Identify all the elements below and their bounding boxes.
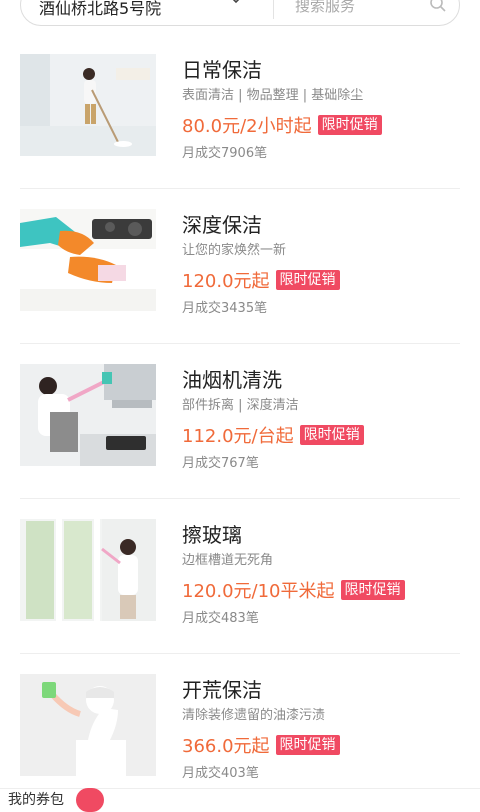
service-price: 120.0元/10平米起	[182, 581, 335, 602]
service-description: 清除装修遗留的油漆污渍	[182, 708, 326, 723]
service-item-post-renovation-cleaning[interactable]: 开荒保洁 清除装修遗留的油漆污渍 366.0元起 限时促销 月成交403笔	[0, 654, 480, 809]
search-bar[interactable]: 酒仙桥北路5号院 搜索服务	[20, 0, 460, 26]
service-item-window-cleaning[interactable]: 擦玻璃 边框槽道无死角 120.0元/10平米起 限时促销 月成交483笔	[0, 499, 480, 654]
top-bar: 酒仙桥北路5号院 搜索服务	[0, 0, 480, 34]
monthly-sales: 月成交767笔	[182, 456, 259, 471]
service-description: 部件拆离 | 深度清洁	[182, 398, 299, 413]
chevron-down-icon[interactable]	[231, 0, 241, 5]
monthly-sales: 月成交483笔	[182, 611, 259, 626]
service-thumbnail	[20, 364, 156, 466]
service-item-deep-cleaning[interactable]: 深度保洁 让您的家焕然一新 120.0元起 限时促销 月成交3435笔	[0, 189, 480, 344]
service-price: 112.0元/台起	[182, 426, 294, 447]
price-row: 120.0元/10平米起 限时促销	[182, 577, 405, 603]
service-thumbnail	[20, 54, 156, 156]
service-title: 开荒保洁	[182, 678, 262, 702]
monthly-sales: 月成交7906笔	[182, 146, 268, 161]
promo-badge: 限时促销	[340, 580, 405, 600]
monthly-sales: 月成交3435笔	[182, 301, 268, 316]
price-row: 112.0元/台起 限时促销	[182, 422, 364, 448]
service-title: 深度保洁	[182, 213, 262, 237]
search-input[interactable]: 搜索服务	[295, 0, 355, 16]
promo-badge: 限时促销	[299, 425, 364, 445]
coupon-icon[interactable]	[76, 788, 104, 812]
service-description: 让您的家焕然一新	[182, 243, 287, 258]
price-row: 80.0元/2小时起 限时促销	[182, 112, 382, 138]
service-title: 日常保洁	[182, 58, 262, 82]
service-item-range-hood-cleaning[interactable]: 油烟机清洗 部件拆离 | 深度清洁 112.0元/台起 限时促销 月成交767笔	[0, 344, 480, 499]
service-thumbnail	[20, 519, 156, 621]
service-description: 边框槽道无死角	[182, 553, 274, 568]
search-divider	[273, 0, 274, 19]
promo-badge: 限时促销	[275, 270, 340, 290]
service-item-daily-cleaning[interactable]: 日常保洁 表面清洁 | 物品整理 | 基础除尘 80.0元/2小时起 限时促销 …	[0, 34, 480, 189]
service-price: 366.0元起	[182, 736, 270, 757]
service-thumbnail	[20, 209, 156, 311]
service-thumbnail	[20, 674, 156, 776]
promo-badge: 限时促销	[275, 735, 340, 755]
coupon-wallet-label[interactable]: 我的券包	[8, 792, 64, 808]
price-row: 366.0元起 限时促销	[182, 732, 340, 758]
service-title: 油烟机清洗	[182, 368, 282, 392]
address-selector[interactable]: 酒仙桥北路5号院	[39, 0, 161, 19]
promo-badge: 限时促销	[317, 115, 382, 135]
monthly-sales: 月成交403笔	[182, 766, 259, 781]
search-icon[interactable]	[429, 0, 447, 13]
service-price: 120.0元起	[182, 271, 270, 292]
price-row: 120.0元起 限时促销	[182, 267, 340, 293]
bottom-bar	[0, 788, 480, 801]
service-description: 表面清洁 | 物品整理 | 基础除尘	[182, 88, 364, 103]
service-price: 80.0元/2小时起	[182, 116, 312, 137]
service-title: 擦玻璃	[182, 523, 242, 547]
